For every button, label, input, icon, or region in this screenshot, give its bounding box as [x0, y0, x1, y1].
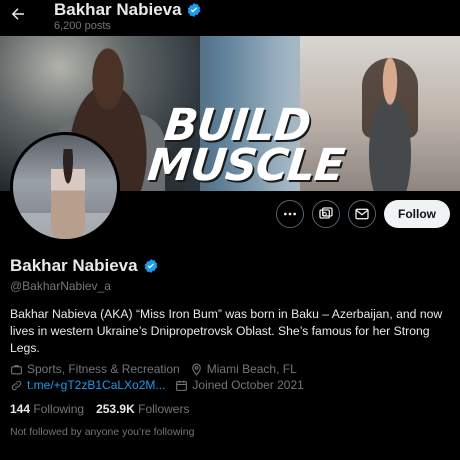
joined-item: Joined October 2021 [175, 378, 304, 392]
location-text: Miami Beach, FL [206, 362, 297, 376]
subscribe-notifications-button[interactable] [312, 200, 340, 228]
following-label: Following [33, 402, 85, 416]
verified-badge-icon [143, 258, 159, 274]
link-icon [10, 379, 23, 392]
briefcase-icon [10, 363, 23, 376]
profile-name: Bakhar Nabieva [10, 256, 138, 275]
banner-headline: BUILD MUSCLE [145, 100, 347, 191]
follow-stats: 144 Following 253.9K Followers [10, 402, 189, 416]
avatar[interactable] [10, 132, 120, 242]
not-followed-note: Not followed by anyone you’re following [10, 426, 195, 438]
more-dots-icon [284, 212, 296, 216]
profile-meta-row-1: Sports, Fitness & Recreation Miami Beach… [10, 362, 297, 376]
followers-stat[interactable]: 253.9K Followers [96, 402, 189, 416]
verified-badge-icon [186, 2, 202, 18]
category-item: Sports, Fitness & Recreation [10, 362, 180, 376]
follow-button[interactable]: Follow [384, 200, 450, 228]
location-item: Miami Beach, FL [190, 362, 297, 376]
following-stat[interactable]: 144 Following [10, 402, 84, 416]
following-count: 144 [10, 402, 31, 416]
more-options-button[interactable] [276, 200, 304, 228]
banner-woman-figure [355, 56, 425, 191]
envelope-icon [355, 208, 369, 220]
banner-headline-line2: MUSCLE [145, 140, 347, 191]
profile-bio: Bakhar Nabieva (AKA) “Miss Iron Bum” was… [10, 307, 443, 355]
website-link[interactable]: t.me/+gT2zB1CaLXo2M... [27, 378, 165, 392]
profile-meta-row-2: t.me/+gT2zB1CaLXo2M... Joined October 20… [10, 378, 304, 392]
category-text: Sports, Fitness & Recreation [27, 362, 180, 376]
profile-name-row: Bakhar Nabieva [10, 256, 159, 276]
posts-count: 6,200 posts [54, 20, 111, 32]
header-title: Bakhar Nabieva [54, 0, 182, 19]
avatar-figure [51, 149, 85, 239]
calendar-icon [175, 379, 188, 392]
media-icon [319, 207, 333, 219]
followers-count: 253.9K [96, 402, 135, 416]
message-button[interactable] [348, 200, 376, 228]
profile-handle: @BakharNabiev_a [10, 279, 111, 293]
header-title-row: Bakhar Nabieva [54, 0, 202, 20]
joined-text: Joined October 2021 [192, 378, 304, 392]
back-arrow-icon[interactable] [6, 2, 30, 26]
top-bar: Bakhar Nabieva 6,200 posts [0, 0, 460, 36]
location-pin-icon [190, 363, 203, 376]
followers-label: Followers [138, 402, 190, 416]
website-item[interactable]: t.me/+gT2zB1CaLXo2M... [10, 378, 165, 392]
profile-actions: Follow [276, 200, 450, 228]
